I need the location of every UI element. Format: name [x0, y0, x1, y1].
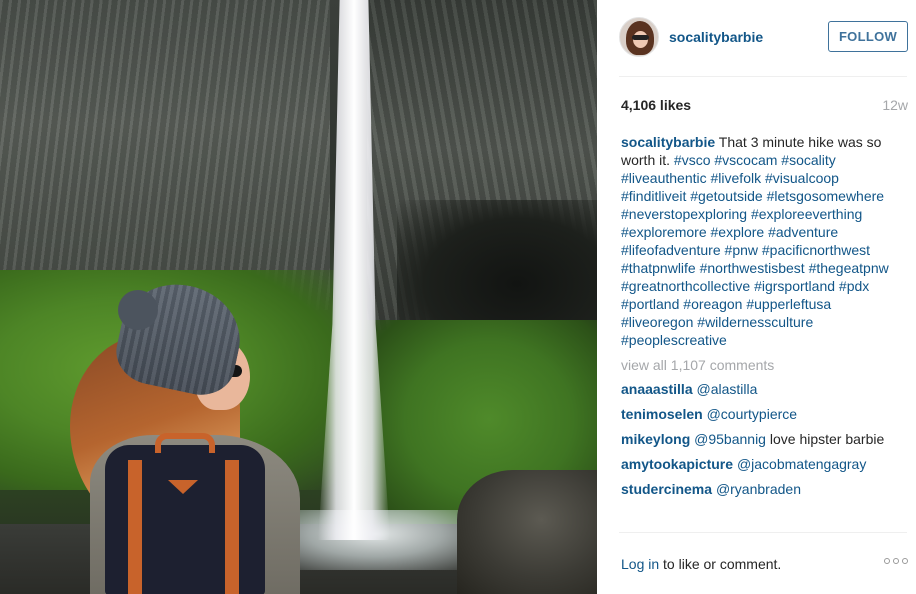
comment: studercinema @ryanbraden — [621, 480, 907, 498]
footer-rest: to like or comment. — [659, 556, 782, 572]
hashtag-link[interactable]: #visualcoop — [765, 170, 839, 186]
hashtag-link[interactable]: #getoutside — [690, 188, 762, 204]
hashtag-link[interactable]: #neverstopexploring — [621, 206, 747, 222]
comment: tenimoselen @courtypierce — [621, 405, 907, 423]
post-sidebar: socalitybarbie FOLLOW 4,106 likes 12w so… — [597, 0, 916, 594]
header-username[interactable]: socalitybarbie — [669, 29, 763, 45]
mention-link[interactable]: @alastilla — [697, 381, 758, 397]
hashtag-link[interactable]: #exploreeverthing — [751, 206, 862, 222]
divider — [619, 76, 907, 77]
hashtag-link[interactable]: #livefolk — [711, 170, 762, 186]
caption: socalitybarbie That 3 minute hike was so… — [621, 133, 907, 349]
comment-username[interactable]: tenimoselen — [621, 406, 703, 422]
likes-count[interactable]: 4,106 likes — [621, 97, 691, 113]
comment-username[interactable]: anaaastilla — [621, 381, 693, 397]
comment-text: barbie — [845, 431, 885, 447]
hashtag-link[interactable]: #vscocam — [714, 152, 777, 168]
hashtag-link[interactable]: #pnw — [725, 242, 758, 258]
hashtag-link[interactable]: #exploremore — [621, 224, 707, 240]
dot — [893, 558, 899, 564]
doll-figure — [60, 273, 320, 594]
hashtag-link[interactable]: #thegeatpnw — [809, 260, 889, 276]
mention-link[interactable]: @jacobmatengagray — [737, 456, 866, 472]
post-age[interactable]: 12w — [882, 97, 908, 113]
comment: anaaastilla @alastilla — [621, 380, 907, 398]
doll-pompom — [118, 290, 158, 330]
more-options-icon[interactable] — [884, 558, 908, 564]
hashtag-link[interactable]: #upperleftusa — [746, 296, 831, 312]
hashtag-link[interactable]: #portland — [621, 296, 679, 312]
post-photo[interactable] — [0, 0, 597, 594]
hashtag-link[interactable]: #letsgosomewhere — [767, 188, 885, 204]
caption-hashtags: #vsco #vscocam #socality #liveauthentic … — [621, 152, 889, 348]
hashtag-link[interactable]: #liveauthentic — [621, 170, 707, 186]
mention-link[interactable]: @courtypierce — [707, 406, 797, 422]
footer-text: Log in to like or comment. — [621, 556, 781, 572]
hashtag-link[interactable]: #socality — [781, 152, 835, 168]
hashtag-link[interactable]: #pacificnorthwest — [762, 242, 870, 258]
hashtag-link[interactable]: #liveoregon — [621, 314, 693, 330]
hashtag-link[interactable]: #pdx — [839, 278, 869, 294]
backpack-handle — [155, 433, 215, 453]
hashtag-link[interactable]: #thatpnwlife — [621, 260, 696, 276]
hashtag-link[interactable]: #finditliveit — [621, 188, 686, 204]
instagram-post: socalitybarbie FOLLOW 4,106 likes 12w so… — [0, 0, 916, 594]
hashtag-link[interactable]: #wildernessculture — [697, 314, 813, 330]
cave — [397, 200, 597, 340]
comment-username[interactable]: studercinema — [621, 481, 712, 497]
hashtag-link[interactable]: #oreagon — [683, 296, 742, 312]
backpack-strap-right — [225, 460, 239, 594]
comment-items: anaaastilla @alastilla tenimoselen @court… — [621, 380, 907, 498]
comment-text: hipster — [799, 431, 842, 447]
mention-link[interactable]: @ryanbraden — [716, 481, 801, 497]
hashtag-link[interactable]: #northwestisbest — [700, 260, 805, 276]
avatar[interactable] — [619, 17, 659, 57]
hashtag-link[interactable]: #peoplescreative — [621, 332, 727, 348]
rock-right — [457, 470, 597, 594]
comment-text: love — [769, 431, 796, 447]
comment-username[interactable]: amytookapicture — [621, 456, 733, 472]
comment: amytookapicture @jacobmatengagray — [621, 455, 907, 473]
avatar-glasses — [632, 35, 649, 40]
hashtag-link[interactable]: #lifeofadventure — [621, 242, 721, 258]
post-header: socalitybarbie FOLLOW — [597, 0, 916, 76]
hashtag-link[interactable]: #adventure — [768, 224, 838, 240]
cliff-left — [0, 0, 330, 310]
divider — [619, 532, 907, 533]
hashtag-link[interactable]: #greatnorthcollective — [621, 278, 750, 294]
dot — [884, 558, 890, 564]
view-all-comments-link[interactable]: view all 1,107 comments — [621, 356, 907, 374]
hashtag-link[interactable]: #igrsportland — [754, 278, 835, 294]
login-link[interactable]: Log in — [621, 556, 659, 572]
comment: mikeylong @95bannig love hipster barbie — [621, 430, 907, 448]
mention-link[interactable]: @95bannig — [694, 431, 766, 447]
comments-list[interactable]: socalitybarbie That 3 minute hike was so… — [621, 133, 907, 530]
hashtag-link[interactable]: #explore — [711, 224, 765, 240]
backpack-strap-left — [128, 460, 142, 594]
caption-username[interactable]: socalitybarbie — [621, 134, 715, 150]
comment-username[interactable]: mikeylong — [621, 431, 690, 447]
hashtag-link[interactable]: #vsco — [674, 152, 711, 168]
follow-button[interactable]: FOLLOW — [828, 21, 908, 52]
dot — [902, 558, 908, 564]
